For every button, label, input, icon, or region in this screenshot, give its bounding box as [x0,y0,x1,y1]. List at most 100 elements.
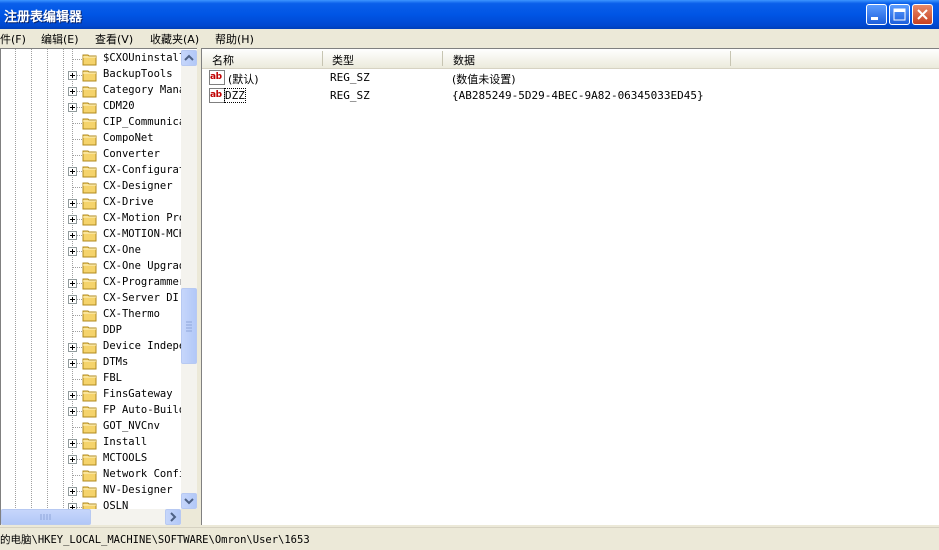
minimize-button[interactable] [866,4,887,25]
tree-item[interactable]: GOT_NVCnv [1,419,181,435]
tree-item[interactable]: FBL [1,371,181,387]
tree-horizontal-scrollbar[interactable] [1,509,181,525]
expand-plus-icon[interactable] [68,487,77,496]
expand-plus-icon[interactable] [68,455,77,464]
expand-plus-icon[interactable] [68,231,77,240]
expand-plus-icon[interactable] [68,103,77,112]
expand-plus-icon[interactable] [68,247,77,256]
status-path: 的电脑\HKEY_LOCAL_MACHINE\SOFTWARE\Omron\Us… [0,534,310,546]
tree-item[interactable]: FinsGateway [1,387,181,403]
tree-item[interactable]: CompoNet [1,131,181,147]
folder-icon [82,182,97,194]
expand-plus-icon[interactable] [68,167,77,176]
tree-item[interactable]: Converter [1,147,181,163]
tree-item[interactable]: Network Confi [1,467,181,483]
expand-plus-icon[interactable] [68,199,77,208]
expand-plus-icon[interactable] [68,279,77,288]
tree-item[interactable]: CX-One [1,243,181,259]
vertical-scroll-thumb[interactable] [181,288,197,364]
tree-item[interactable]: BackupTools [1,67,181,83]
tree-item[interactable]: CX-Configurat [1,163,181,179]
tree-item-label: CompoNet [103,132,154,144]
tree-item-label: CX-Server DI [103,292,179,304]
tree-item[interactable]: CX-Drive [1,195,181,211]
tree-item[interactable]: CX-Thermo [1,307,181,323]
expand-plus-icon[interactable] [68,439,77,448]
tree-item[interactable]: CX-Programmer [1,275,181,291]
folder-icon [82,198,97,210]
expand-plus-icon[interactable] [68,295,77,304]
value-type: REG_SZ [330,89,370,102]
tree-item[interactable]: CX-Designer [1,179,181,195]
expand-plus-icon[interactable] [68,359,77,368]
menu-edit[interactable]: 编辑(E) [41,31,79,47]
key-tree-pane[interactable]: $CXOUninstall BackupTools Category Mana CDM… [0,48,197,525]
close-button[interactable] [912,4,933,25]
expand-plus-icon[interactable] [68,391,77,400]
tree-item[interactable]: NV-Designer [1,483,181,499]
maximize-button[interactable] [889,4,910,25]
tree-item-label: BackupTools [103,68,173,80]
tree-item[interactable]: CX-One Upgrad [1,259,181,275]
expand-plus-icon[interactable] [68,71,77,80]
menu-help[interactable]: 帮助(H) [215,31,254,47]
tree-item[interactable]: FP Auto-Build [1,403,181,419]
tree-item[interactable]: CIP_Communica [1,115,181,131]
value-row[interactable]: ab DZZ REG_SZ {AB285249-5D29-4BEC-9A82-0… [202,87,938,105]
string-value-icon: ab [209,70,225,85]
tree-item[interactable]: Device Indepe [1,339,181,355]
value-type: REG_SZ [330,71,370,84]
menu-file[interactable]: 件(F) [0,31,26,47]
tree-item[interactable]: MCTOOLS [1,451,181,467]
tree-item-label: Device Indepe [103,340,181,352]
status-bar: 的电脑\HKEY_LOCAL_MACHINE\SOFTWARE\Omron\Us… [0,527,939,550]
expand-plus-icon[interactable] [68,407,77,416]
horizontal-scroll-thumb[interactable] [1,509,91,525]
tree-item-label: CX-Configurat [103,164,181,176]
grip-icon [186,321,192,332]
scroll-up-button[interactable] [181,50,197,66]
folder-icon [82,278,97,290]
scroll-down-button[interactable] [181,493,197,509]
value-name: (默认) [228,73,259,86]
expand-plus-icon[interactable] [68,87,77,96]
tree-item-label: Install [103,436,148,448]
tree-item[interactable]: CX-MOTION-MCH [1,227,181,243]
window-title: 注册表编辑器 [4,10,83,25]
value-data: {AB285249-5D29-4BEC-9A82-06345033ED45} [452,89,704,102]
column-type-header[interactable]: 类型 [332,52,354,68]
menu-bar: 件(F) 编辑(E) 查看(V) 收藏夹(A) 帮助(H) [0,29,939,47]
tree-item[interactable]: $CXOUninstall [1,51,181,67]
tree-item-label: FinsGateway [103,388,173,400]
expand-plus-icon[interactable] [68,343,77,352]
folder-icon [82,166,97,178]
menu-view[interactable]: 查看(V) [95,31,133,47]
column-name-header[interactable]: 名称 [212,52,234,68]
value-row[interactable]: ab (默认) REG_SZ (数值未设置) [202,69,938,87]
expand-plus-icon[interactable] [68,215,77,224]
folder-icon [82,454,97,466]
menu-favorites[interactable]: 收藏夹(A) [150,31,199,47]
tree-item[interactable]: DTMs [1,355,181,371]
tree-item-label: Category Mana [103,84,181,96]
values-list-pane[interactable]: 名称 类型 数据 ab (默认) REG_SZ (数值未设置) ab DZZ R… [201,48,939,525]
column-divider[interactable] [730,51,731,66]
grip-icon [40,514,51,520]
tree-item-label: FBL [103,372,122,384]
tree-item[interactable]: CDM20 [1,99,181,115]
tree-item[interactable]: Category Mana [1,83,181,99]
tree-item[interactable]: DDP [1,323,181,339]
column-divider[interactable] [442,51,443,66]
tree-item[interactable]: Install [1,435,181,451]
scroll-right-button[interactable] [165,509,181,525]
tree-item[interactable]: CX-Motion Pro [1,211,181,227]
column-data-header[interactable]: 数据 [453,52,475,68]
title-bar[interactable]: 注册表编辑器 [0,0,939,29]
tree-item-label: CIP_Communica [103,116,181,128]
tree-vertical-scrollbar[interactable] [181,50,197,509]
column-divider[interactable] [322,51,323,66]
tree-item[interactable]: CX-Server DI [1,291,181,307]
value-data: (数值未设置) [452,73,516,86]
tree-item-label: NV-Designer [103,484,173,496]
tree-item-label: Converter [103,148,160,160]
